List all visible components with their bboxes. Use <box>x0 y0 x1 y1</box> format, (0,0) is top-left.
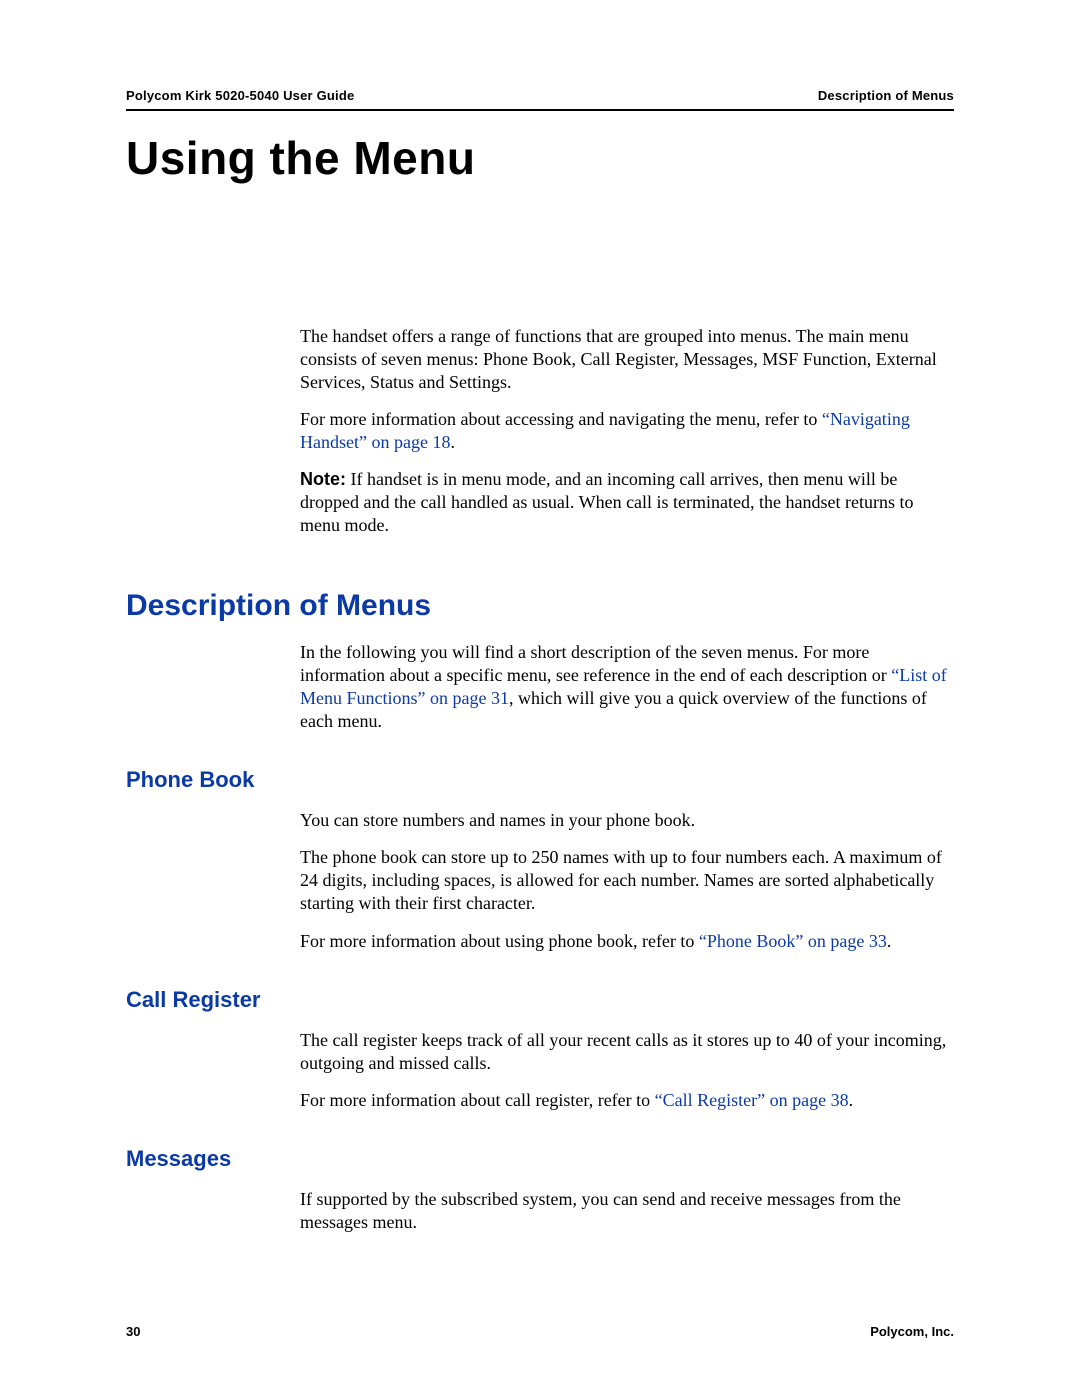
phone-book-p3: For more information about using phone b… <box>300 930 954 953</box>
phone-book-p2: The phone book can store up to 250 names… <box>300 846 954 915</box>
note-body: If handset is in menu mode, and an incom… <box>300 469 913 535</box>
intro-p2-pre: For more information about accessing and… <box>300 409 822 429</box>
intro-block: The handset offers a range of functions … <box>300 325 954 537</box>
link-phone-book[interactable]: “Phone Book” on page 33 <box>699 931 887 951</box>
running-header: Polycom Kirk 5020-5040 User Guide Descri… <box>126 88 954 103</box>
header-left: Polycom Kirk 5020-5040 User Guide <box>126 88 354 103</box>
header-rule <box>126 109 954 111</box>
phone-book-p3-post: . <box>887 931 892 951</box>
desc-p1-pre: In the following you will find a short d… <box>300 642 891 685</box>
heading-phone-book: Phone Book <box>126 767 954 793</box>
document-page: Polycom Kirk 5020-5040 User Guide Descri… <box>0 0 1080 1397</box>
page-number: 30 <box>126 1324 140 1339</box>
heading-messages: Messages <box>126 1146 954 1172</box>
description-paragraph: In the following you will find a short d… <box>300 641 954 733</box>
note-label: Note: <box>300 469 346 489</box>
phone-book-block: You can store numbers and names in your … <box>300 809 954 952</box>
intro-p2-post: . <box>450 432 455 452</box>
chapter-title: Using the Menu <box>126 131 954 185</box>
running-footer: 30 Polycom, Inc. <box>126 1324 954 1339</box>
intro-paragraph-1: The handset offers a range of functions … <box>300 325 954 394</box>
call-register-p2-post: . <box>849 1090 854 1110</box>
heading-call-register: Call Register <box>126 987 954 1013</box>
footer-company: Polycom, Inc. <box>870 1324 954 1339</box>
link-call-register[interactable]: “Call Register” on page 38 <box>655 1090 849 1110</box>
header-right: Description of Menus <box>818 88 954 103</box>
heading-description-of-menus: Description of Menus <box>126 589 954 623</box>
note-block: Note: If handset is in menu mode, and an… <box>300 468 954 537</box>
messages-p1: If supported by the subscribed system, y… <box>300 1188 954 1234</box>
description-block: In the following you will find a short d… <box>300 641 954 733</box>
call-register-p2: For more information about call register… <box>300 1089 954 1112</box>
call-register-block: The call register keeps track of all you… <box>300 1029 954 1112</box>
messages-block: If supported by the subscribed system, y… <box>300 1188 954 1234</box>
call-register-p1: The call register keeps track of all you… <box>300 1029 954 1075</box>
phone-book-p3-pre: For more information about using phone b… <box>300 931 699 951</box>
phone-book-p1: You can store numbers and names in your … <box>300 809 954 832</box>
call-register-p2-pre: For more information about call register… <box>300 1090 655 1110</box>
intro-paragraph-2: For more information about accessing and… <box>300 408 954 454</box>
